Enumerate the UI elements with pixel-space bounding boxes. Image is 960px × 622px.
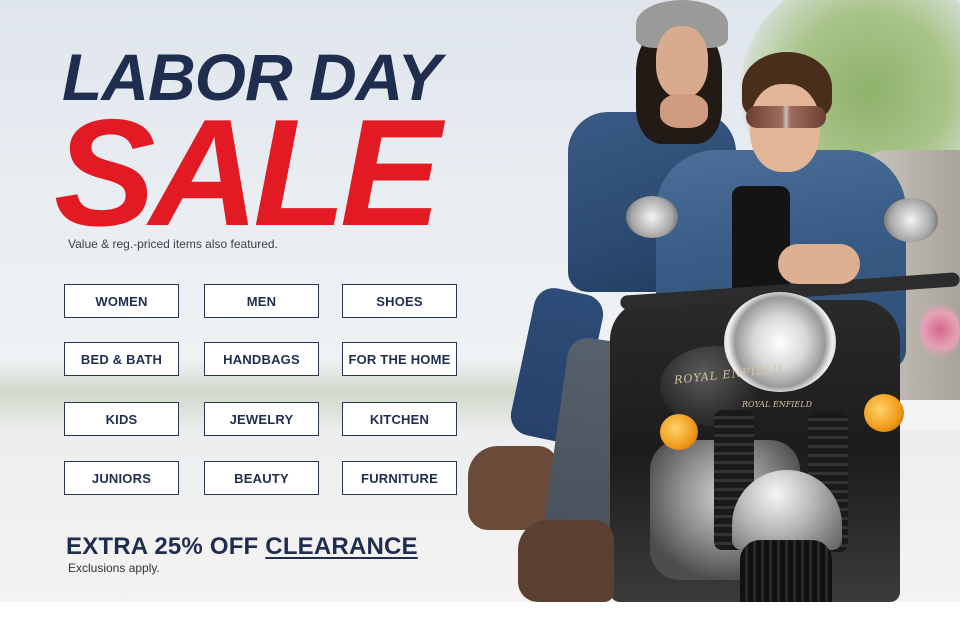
labor-day-banner: ROYAL ENFIELD ROYAL ENFIELD LABOR DAY SA… (0, 0, 960, 602)
category-button-kitchen[interactable]: KITCHEN (342, 402, 457, 436)
category-button-jewelry[interactable]: JEWELRY (204, 402, 319, 436)
exclusions-note: Exclusions apply. (68, 561, 160, 575)
category-button-juniors[interactable]: JUNIORS (64, 461, 179, 495)
turn-signal-right (864, 394, 904, 432)
headline-sale: SALE (54, 88, 441, 258)
man-face (750, 84, 820, 172)
clearance-link[interactable]: CLEARANCE (265, 533, 417, 560)
category-button-men[interactable]: MEN (204, 284, 319, 318)
category-button-women[interactable]: WOMEN (64, 284, 179, 318)
woman-face (656, 26, 708, 98)
category-button-furniture[interactable]: FURNITURE (342, 461, 457, 495)
man-tshirt (732, 186, 790, 296)
headlight-logo: ROYAL ENFIELD (742, 400, 812, 409)
category-button-kids[interactable]: KIDS (64, 402, 179, 436)
aviator-sunglasses (746, 106, 826, 128)
category-button-handbags[interactable]: HANDBAGS (204, 342, 319, 376)
motorcycle-tire (740, 540, 832, 602)
category-button-grid: WOMEN MEN SHOES BED & BATH HANDBAGS FOR … (64, 284, 458, 496)
category-button-bed-bath[interactable]: BED & BATH (64, 342, 179, 376)
turn-signal-left (660, 414, 698, 450)
clearance-promo-prefix: EXTRA 25% OFF (66, 533, 266, 560)
motorcycle-mirror-right (884, 198, 938, 242)
clearance-promo: EXTRA 25% OFF CLEARANCE (66, 533, 418, 561)
headline-subtext: Value & reg.-priced items also featured. (68, 237, 278, 251)
man-arm (778, 244, 860, 284)
category-button-for-the-home[interactable]: FOR THE HOME (342, 342, 457, 376)
hero-photo: ROYAL ENFIELD ROYAL ENFIELD (460, 0, 960, 602)
man-boot (518, 520, 614, 602)
motorcycle-mirror-left (626, 196, 678, 238)
category-button-shoes[interactable]: SHOES (342, 284, 457, 318)
category-button-beauty[interactable]: BEAUTY (204, 461, 319, 495)
woman-hand (660, 94, 708, 128)
